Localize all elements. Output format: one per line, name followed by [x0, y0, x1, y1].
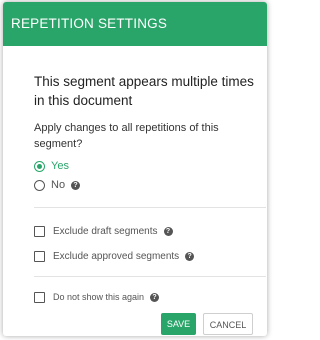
divider-bottom: [34, 276, 266, 277]
help-icon[interactable]: ?: [150, 292, 160, 302]
radio-no-label: No: [51, 179, 66, 191]
repetition-settings-dialog: REPETITION SETTINGS This segment appears…: [3, 2, 267, 336]
radio-yes-label: Yes: [51, 160, 69, 172]
save-button[interactable]: SAVE: [161, 313, 196, 335]
radio-yes-button[interactable]: [34, 160, 45, 172]
radio-yes[interactable]: Yes: [34, 157, 69, 175]
cancel-button[interactable]: CANCEL: [203, 313, 253, 335]
help-icon[interactable]: ?: [185, 251, 195, 261]
dialog-title: This segment appears multiple times in t…: [34, 74, 254, 108]
dialog-header: REPETITION SETTINGS: [3, 2, 267, 46]
divider-top: [34, 207, 266, 208]
do-not-show-label: Do not show this again: [53, 292, 145, 302]
exclude-draft-label: Exclude draft segments: [53, 225, 158, 237]
exclude-approved-checkbox[interactable]: [34, 250, 45, 262]
exclude-draft-checkbox[interactable]: [34, 225, 45, 237]
checkbox-do-not-show[interactable]: Do not show this again ?: [34, 288, 160, 306]
checkbox-exclude-draft[interactable]: Exclude draft segments ?: [34, 222, 173, 240]
help-icon[interactable]: ?: [163, 226, 173, 236]
do-not-show-checkbox[interactable]: [34, 291, 45, 303]
radio-no-button[interactable]: [34, 179, 45, 191]
checkbox-exclude-approved[interactable]: Exclude approved segments ?: [34, 247, 195, 265]
dialog-question: Apply changes to all repetitions of this…: [34, 122, 219, 150]
exclude-approved-label: Exclude approved segments: [53, 250, 180, 262]
radio-no[interactable]: No ?: [34, 176, 81, 194]
help-icon[interactable]: ?: [71, 180, 81, 190]
